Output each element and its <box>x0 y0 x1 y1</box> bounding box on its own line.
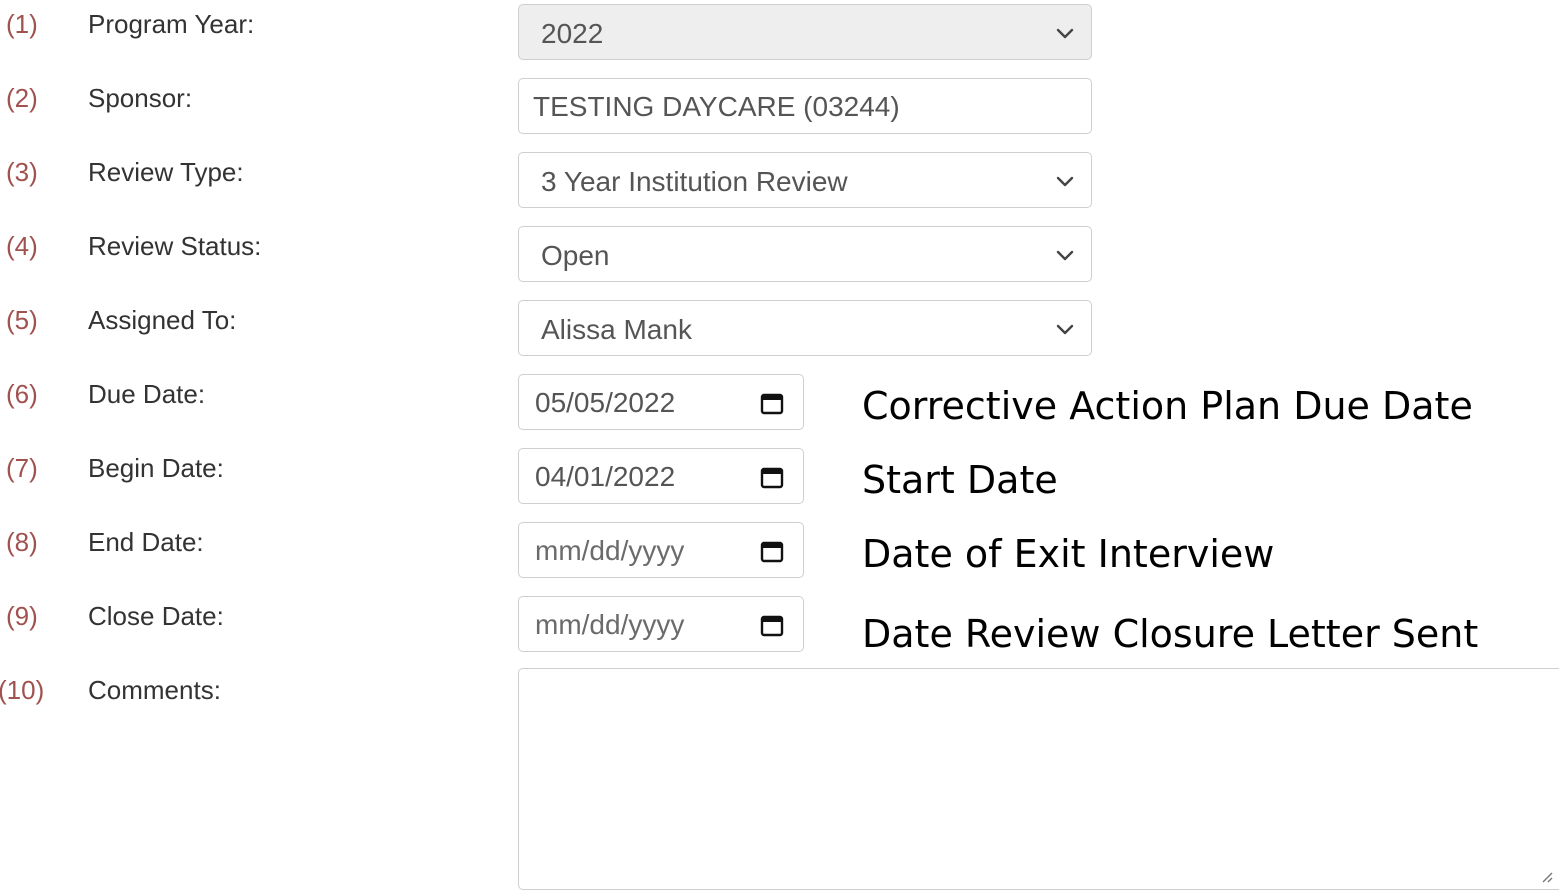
due-date-value: 05/05/2022 <box>535 387 676 418</box>
row-number-6: (6) <box>6 379 38 409</box>
row-number-1: (1) <box>6 9 38 39</box>
comments-label: Comments: <box>88 675 221 705</box>
program-year-select[interactable]: 2022 <box>518 4 1092 60</box>
review-type-select[interactable]: 3 Year Institution Review <box>518 152 1092 208</box>
review-type-value: 3 Year Institution Review <box>541 166 848 197</box>
row-number-3: (3) <box>6 157 38 187</box>
close-date-label: Close Date: <box>88 601 224 631</box>
assigned-to-select[interactable]: Alissa Mank <box>518 300 1092 356</box>
due-date-input[interactable]: 05/05/2022 <box>518 374 804 430</box>
assigned-to-label: Assigned To: <box>88 305 237 335</box>
review-status-label: Review Status: <box>88 231 262 261</box>
row-number-5: (5) <box>6 305 38 335</box>
resize-grip-icon[interactable] <box>1539 869 1553 883</box>
row-number-10: (10) <box>0 675 45 705</box>
begin-date-input[interactable]: 04/01/2022 <box>518 448 804 504</box>
comments-textarea[interactable] <box>518 668 1559 890</box>
calendar-icon[interactable] <box>759 464 785 490</box>
chevron-down-icon <box>1056 324 1074 335</box>
sponsor-label: Sponsor: <box>88 83 193 113</box>
review-type-label: Review Type: <box>88 157 244 187</box>
review-status-value: Open <box>541 240 610 271</box>
program-year-value: 2022 <box>541 18 604 49</box>
close-date-placeholder: mm/dd/yyyy <box>535 609 685 640</box>
sponsor-value: TESTING DAYCARE (03244) <box>533 91 900 122</box>
calendar-icon[interactable] <box>759 612 785 638</box>
row-number-4: (4) <box>6 231 38 261</box>
row-number-7: (7) <box>6 453 38 483</box>
begin-date-value: 04/01/2022 <box>535 461 676 492</box>
calendar-icon[interactable] <box>759 538 785 564</box>
row-number-2: (2) <box>6 83 38 113</box>
begin-date-annotation: Start Date <box>862 458 1058 502</box>
close-date-annotation: Date Review Closure Letter Sent <box>862 612 1479 656</box>
calendar-icon[interactable] <box>759 390 785 416</box>
end-date-annotation: Date of Exit Interview <box>862 532 1275 576</box>
end-date-label: End Date: <box>88 527 204 557</box>
review-status-select[interactable]: Open <box>518 226 1092 282</box>
begin-date-label: Begin Date: <box>88 453 224 483</box>
end-date-placeholder: mm/dd/yyyy <box>535 535 685 566</box>
assigned-to-value: Alissa Mank <box>541 314 692 345</box>
close-date-input[interactable]: mm/dd/yyyy <box>518 596 804 652</box>
due-date-label: Due Date: <box>88 379 206 409</box>
row-number-9: (9) <box>6 601 38 631</box>
chevron-down-icon <box>1056 250 1074 261</box>
chevron-down-icon <box>1056 176 1074 187</box>
end-date-input[interactable]: mm/dd/yyyy <box>518 522 804 578</box>
chevron-down-icon <box>1056 28 1074 39</box>
sponsor-field[interactable]: TESTING DAYCARE (03244) <box>518 78 1092 134</box>
row-number-8: (8) <box>6 527 38 557</box>
program-year-label: Program Year: <box>88 9 255 39</box>
due-date-annotation: Corrective Action Plan Due Date <box>862 384 1473 428</box>
